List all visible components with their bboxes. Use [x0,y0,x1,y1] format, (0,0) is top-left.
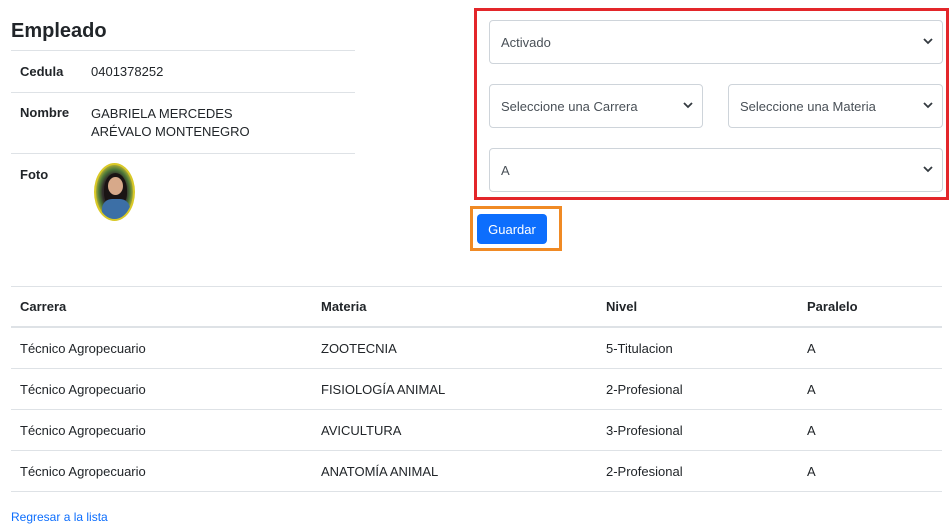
cell-nivel: 5-Titulacion [606,340,673,356]
cell-nivel: 3-Profesional [606,422,683,438]
back-to-list-link[interactable]: Regresar a la lista [11,510,108,524]
cell-carrera: Técnico Agropecuario [20,381,146,397]
save-button[interactable]: Guardar [477,214,547,244]
cell-carrera: Técnico Agropecuario [20,340,146,356]
cedula-label: Cedula [20,64,64,79]
cell-carrera: Técnico Agropecuario [20,422,146,438]
info-row-cedula: Cedula 0401378252 [11,50,355,92]
cell-paralelo: A [807,463,816,479]
nombre-label: Nombre [20,105,70,120]
materia-select[interactable]: Seleccione una Materia [728,84,943,128]
materia-select-value: Seleccione una Materia [740,98,876,114]
cell-paralelo: A [807,381,816,397]
cell-materia: ANATOMÍA ANIMAL [321,463,439,479]
paralelo-select[interactable]: A [489,148,943,192]
table-row: Técnico Agropecuario FISIOLOGÍA ANIMAL 2… [11,369,942,410]
carrera-select[interactable]: Seleccione una Carrera [489,84,703,128]
chevron-down-icon [683,102,693,109]
estado-select-value: Activado [501,34,551,50]
cell-nivel: 2-Profesional [606,381,683,397]
paralelo-select-value: A [501,162,510,178]
chevron-down-icon [923,166,933,173]
chevron-down-icon [923,38,933,45]
header-carrera: Carrera [20,299,67,314]
info-row-foto: Foto [11,153,355,233]
header-paralelo: Paralelo [807,299,858,314]
cell-materia: AVICULTURA [321,422,402,438]
assignments-table: Carrera Materia Nivel Paralelo Técnico A… [11,286,942,492]
cell-paralelo: A [807,340,816,356]
table-row: Técnico Agropecuario ZOOTECNIA 5-Titulac… [11,328,942,369]
page-title: Empleado [11,20,107,42]
employee-photo [94,163,135,221]
chevron-down-icon [923,102,933,109]
foto-label: Foto [20,167,49,182]
info-row-nombre: Nombre GABRIELA MERCEDES ARÉVALO MONTENE… [11,92,355,153]
cell-materia: ZOOTECNIA [321,340,397,356]
cell-carrera: Técnico Agropecuario [20,463,146,479]
carrera-select-value: Seleccione una Carrera [501,98,638,114]
nombre-value: GABRIELA MERCEDES ARÉVALO MONTENEGRO [91,106,250,139]
header-nivel: Nivel [606,299,638,314]
table-header: Carrera Materia Nivel Paralelo [11,286,942,328]
cedula-value: 0401378252 [91,63,164,79]
estado-select[interactable]: Activado [489,20,943,64]
table-row: Técnico Agropecuario AVICULTURA 3-Profes… [11,410,942,451]
cell-paralelo: A [807,422,816,438]
cell-nivel: 2-Profesional [606,463,683,479]
header-materia: Materia [321,299,367,314]
table-row: Técnico Agropecuario ANATOMÍA ANIMAL 2-P… [11,451,942,492]
cell-materia: FISIOLOGÍA ANIMAL [321,381,446,397]
